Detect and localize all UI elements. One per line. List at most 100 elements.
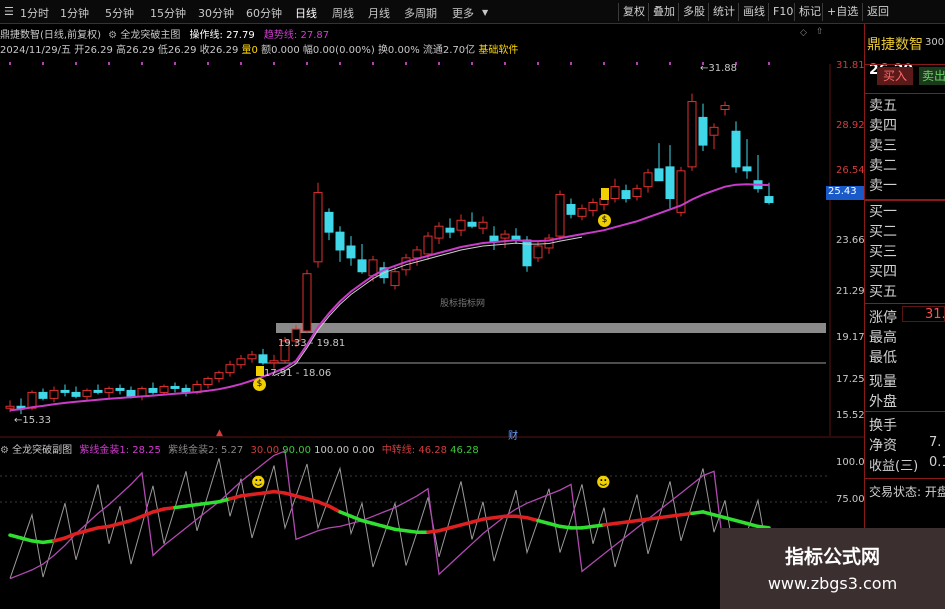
trend-line-label: 趋势线: [263,30,298,41]
multi-stock-button[interactable]: 多股 [678,3,709,21]
f10-button[interactable]: F10 [768,3,797,21]
gear-icon[interactable]: ⚙ [108,30,117,41]
tab-period-15min[interactable]: 15分钟 [150,5,186,21]
candle-body[interactable] [720,105,730,111]
sub-indicator-name[interactable]: 全龙突破副图 [12,445,72,456]
candle-body[interactable] [500,233,510,239]
sub-main-segment [327,504,342,514]
candle-body[interactable] [258,354,268,364]
candle-body[interactable] [38,391,48,399]
gear-icon[interactable]: ⚙ [0,445,9,456]
candle-body[interactable] [60,389,70,393]
candle-body[interactable] [104,387,114,393]
sell-button[interactable]: 卖出 [919,67,945,85]
candle-body[interactable] [335,231,345,251]
tab-more[interactable]: 更多 [452,5,474,21]
candle-body[interactable] [456,219,466,231]
candle-body[interactable] [115,387,125,391]
candle-body[interactable] [93,389,103,393]
candle-body[interactable] [269,360,279,364]
tab-period-5min[interactable]: 5分钟 [105,5,134,21]
candle-body[interactable] [467,221,477,227]
candle-body[interactable] [654,168,664,182]
candle-body[interactable] [214,372,224,380]
tab-period-weekly[interactable]: 周线 [332,5,354,21]
candle-body[interactable] [555,194,565,237]
candle-body[interactable] [423,235,433,255]
candle-body[interactable] [764,196,774,203]
tab-period-1min[interactable]: 1分钟 [60,5,89,21]
candle-body[interactable] [137,387,147,397]
tab-period-60min[interactable]: 60分钟 [246,5,282,21]
tab-period-multi[interactable]: 多周期 [404,5,437,21]
candle-body[interactable] [159,385,169,393]
candle-body[interactable] [82,389,92,397]
buy-signal-coin-icon[interactable]: $ [253,378,266,391]
candle-body[interactable] [434,225,444,239]
candle-body[interactable] [643,172,653,188]
candle-body[interactable] [49,389,59,399]
candle-body[interactable] [445,227,455,233]
event-marker-icon[interactable]: ▲ [216,428,223,438]
candle-body[interactable] [478,221,488,229]
candle-body[interactable] [302,273,312,332]
candle-body[interactable] [5,405,15,409]
candle-body[interactable] [632,188,642,198]
finance-marker[interactable]: 财 [508,427,518,442]
candle-body[interactable] [731,130,741,168]
candle-body[interactable] [566,203,576,215]
sub-axis-label-1: 100.0 [836,457,865,468]
candle-body[interactable] [665,166,675,200]
tab-period-1min-time[interactable]: 1分时 [20,5,49,21]
candle-body[interactable] [577,207,587,217]
candle-body[interactable] [412,249,422,259]
candle-body[interactable] [324,211,334,233]
buy-button[interactable]: 买入 [877,67,913,85]
candle-body[interactable] [313,192,323,263]
candle-body[interactable] [610,186,620,200]
candle-body[interactable] [687,101,697,168]
overlay-button[interactable]: 叠加 [648,3,679,21]
candle-body[interactable] [203,378,213,385]
indicator-name[interactable]: 全龙突破主图 [120,30,180,41]
scroll-up-icon[interactable]: ⇧ [816,27,824,37]
candle-body[interactable] [148,387,158,393]
candle-body[interactable] [533,245,543,259]
buy-signal-coin-icon[interactable]: $ [598,214,611,227]
tab-period-monthly[interactable]: 月线 [368,5,390,21]
candle-body[interactable] [170,385,180,389]
candle-body[interactable] [390,271,400,287]
trade-status: 交易状态: 开盘 [869,485,945,499]
candle-body[interactable] [247,354,257,360]
mark-button[interactable]: 标记 [794,3,825,21]
fuquan-button[interactable]: 复权 [618,3,649,21]
candle-body[interactable] [71,391,81,397]
panel-divider [864,199,945,201]
candle-body[interactable] [709,126,719,136]
candle-body[interactable] [346,245,356,259]
candle-body[interactable] [621,190,631,200]
max-price-value: 31.88 [708,63,738,74]
date-dot [339,62,341,65]
menu-icon[interactable]: ☰ [4,5,14,18]
candle-body[interactable] [225,364,235,374]
statistics-button[interactable]: 统计 [708,3,739,21]
sector-link[interactable]: 基础软件 [478,45,518,56]
candle-body[interactable] [742,166,752,172]
back-button[interactable]: 返回 [862,3,945,21]
tab-period-daily[interactable]: 日线 [295,5,317,21]
ask-5-label: 卖五 [869,98,897,114]
candle-body[interactable] [698,116,708,146]
diamond-icon[interactable]: ◇ [800,28,807,38]
draw-line-button[interactable]: 画线 [738,3,769,21]
tab-period-30min[interactable]: 30分钟 [198,5,234,21]
candle-body[interactable] [236,358,246,366]
candle-body[interactable] [588,201,598,211]
more-chevron-icon[interactable]: ▼ [482,8,488,17]
candle-body[interactable] [357,259,367,273]
kline-chart[interactable] [0,56,864,609]
line2-label: 紫线金装2: [168,445,218,456]
line2-value: 5.27 [221,445,244,456]
add-watchlist-button[interactable]: +自选 [822,3,862,21]
candle-body[interactable] [126,389,136,397]
